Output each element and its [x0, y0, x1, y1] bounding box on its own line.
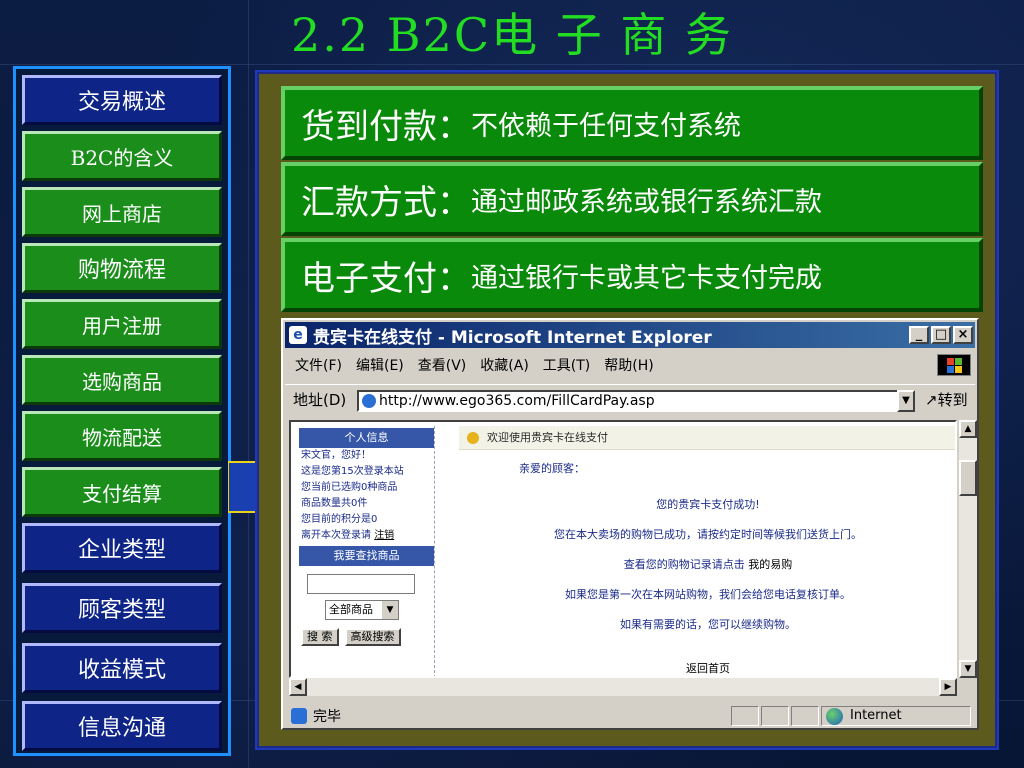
message-line: 如果您是第一次在本网站购物，我们会给您电话复核订单。: [565, 588, 851, 601]
info-box-epayment: 电子支付： 通过银行卡或其它卡支付完成: [281, 238, 983, 312]
address-label: 地址(D): [293, 391, 347, 409]
page-icon: [362, 394, 376, 408]
status-cell: [731, 706, 759, 726]
sidebar-item-online-store[interactable]: 网上商店: [22, 187, 222, 237]
sidebar-item-shopping-flow[interactable]: 购物流程: [22, 243, 222, 293]
zone-cell: Internet: [821, 706, 971, 726]
ie-logo-icon: e: [289, 326, 307, 344]
menu-bar: 文件(F) 编辑(E) 查看(V) 收藏(A) 工具(T) 帮助(H): [285, 352, 975, 378]
menu-favorites[interactable]: 收藏(A): [480, 355, 529, 375]
horizontal-scrollbar[interactable]: ◀ ▶: [289, 678, 957, 696]
sidebar: 交易概述 B2C的含义 网上商店 购物流程 用户注册 选购商品 物流配送 支付结…: [13, 66, 231, 756]
leave-text: 离开本次登录请: [301, 530, 371, 541]
search-input[interactable]: [307, 574, 415, 594]
sidebar-item-revenue-model[interactable]: 收益模式: [22, 643, 222, 693]
left-line: 您目前的积分是0: [301, 514, 378, 525]
internet-globe-icon: [826, 708, 843, 725]
info-text: 通过邮政系统或银行系统汇款: [471, 186, 822, 218]
sidebar-item-communication[interactable]: 信息沟通: [22, 701, 222, 751]
menu-edit[interactable]: 编辑(E): [356, 355, 404, 375]
vertical-scrollbar[interactable]: ▲ ▼: [959, 420, 977, 678]
menu-view[interactable]: 查看(V): [418, 355, 467, 375]
go-label: 转到: [937, 391, 968, 409]
advanced-search-button[interactable]: 高级搜索: [344, 628, 401, 646]
menu-file[interactable]: 文件(F): [295, 355, 342, 375]
message-line: 查看您的购物记录请点击 我的易购: [459, 556, 955, 572]
personal-info-header: 个人信息: [299, 428, 434, 448]
go-button[interactable]: ↗转到: [925, 389, 968, 410]
scroll-down-icon[interactable]: ▼: [959, 660, 977, 678]
category-select-value: 全部商品: [329, 603, 373, 616]
maximize-button[interactable]: □: [931, 326, 951, 344]
category-select[interactable]: 全部商品 ▼: [325, 600, 399, 620]
success-text: 您的贵宾卡支付成功!: [656, 498, 760, 511]
sidebar-item-logistics[interactable]: 物流配送: [22, 411, 222, 461]
info-label: 电子支付：: [301, 258, 471, 299]
browser-titlebar[interactable]: e 贵宾卡在线支付 - Microsoft Internet Explorer …: [285, 322, 975, 348]
logout-link[interactable]: 注销: [374, 530, 394, 541]
sidebar-item-select-goods[interactable]: 选购商品: [22, 355, 222, 405]
info-label: 货到付款：: [301, 106, 471, 147]
go-arrow-icon: ↗: [925, 391, 938, 409]
welcome-bar: 欢迎使用贵宾卡在线支付: [459, 426, 955, 450]
left-line: 您当前已选购0种商品: [301, 482, 398, 493]
scroll-thumb[interactable]: [959, 460, 977, 496]
info-text: 通过银行卡或其它卡支付完成: [471, 262, 822, 294]
scroll-right-icon[interactable]: ▶: [939, 678, 957, 696]
search-buttons: 搜 索 高级搜索: [301, 628, 434, 646]
left-line: 这是您第15次登录本站: [301, 466, 404, 477]
sidebar-item-enterprise-type[interactable]: 企业类型: [22, 523, 222, 573]
background-line: [248, 0, 249, 768]
info-box-cod: 货到付款： 不依赖于任何支付系统: [281, 86, 983, 160]
sidebar-item-payment[interactable]: 支付结算: [22, 467, 222, 517]
sidebar-item-user-register[interactable]: 用户注册: [22, 299, 222, 349]
page-title: 2.2 B2C电 子 商 务: [291, 8, 733, 62]
chevron-down-icon: ▼: [382, 601, 398, 619]
info-text: 不依赖于任何支付系统: [471, 110, 741, 142]
sidebar-item-trade-overview[interactable]: 交易概述: [22, 75, 222, 125]
address-bar: 地址(D) http://www.ego365.com/FillCardPay.…: [285, 384, 975, 414]
info-box-remittance: 汇款方式： 通过邮政系统或银行系统汇款: [281, 162, 983, 236]
browser-page: 个人信息 宋文官，您好！ 这是您第15次登录本站 您当前已选购0种商品 商品数量…: [289, 420, 957, 678]
scroll-up-icon[interactable]: ▲: [959, 420, 977, 438]
sidebar-item-customer-type[interactable]: 顾客类型: [22, 583, 222, 633]
windows-flag-icon: [937, 354, 971, 376]
welcome-text: 欢迎使用贵宾卡在线支付: [487, 431, 608, 444]
status-bar: 完毕 Internet: [285, 704, 975, 728]
find-goods-header: 我要查找商品: [299, 546, 434, 566]
info-label: 汇款方式：: [301, 182, 471, 223]
zone-text: Internet: [850, 708, 902, 723]
page-left-panel: 个人信息 宋文官，您好！ 这是您第15次登录本站 您当前已选购0种商品 商品数量…: [299, 426, 435, 676]
page-main-panel: 欢迎使用贵宾卡在线支付 亲爱的顾客： 您的贵宾卡支付成功! 您在本大卖场的购物已…: [459, 426, 955, 676]
page-done-icon: [291, 708, 307, 724]
home-link[interactable]: 返回首页: [459, 660, 955, 676]
greeting-text: 亲爱的顾客：: [519, 462, 585, 475]
message-line: 您在本大卖场的购物已成功，请按约定时间等候我们送货上门。: [554, 528, 862, 541]
address-input[interactable]: http://www.ego365.com/FillCardPay.asp: [357, 390, 905, 412]
left-line: 宋文官，您好！: [301, 450, 371, 461]
status-cell: [761, 706, 789, 726]
status-cell: [791, 706, 819, 726]
search-button[interactable]: 搜 索: [301, 628, 339, 646]
leave-line: 离开本次登录请 注销: [299, 528, 434, 544]
address-url: http://www.ego365.com/FillCardPay.asp: [379, 393, 655, 409]
scroll-left-icon[interactable]: ◀: [289, 678, 307, 696]
bullet-icon: [467, 432, 479, 444]
close-button[interactable]: ×: [953, 326, 973, 344]
address-dropdown-icon[interactable]: ▼: [897, 390, 915, 412]
left-line: 商品数量共0件: [301, 498, 368, 509]
minimize-button[interactable]: _: [909, 326, 929, 344]
browser-window: e 贵宾卡在线支付 - Microsoft Internet Explorer …: [281, 318, 979, 730]
menu-help[interactable]: 帮助(H): [604, 355, 653, 375]
message-line: 如果有需要的话，您可以继续购物。: [620, 618, 796, 631]
menu-tools[interactable]: 工具(T): [543, 355, 590, 375]
message-prefix: 查看您的购物记录请点击: [623, 558, 745, 571]
browser-title: 贵宾卡在线支付 - Microsoft Internet Explorer: [313, 327, 712, 348]
my-orders-link[interactable]: 我的易购: [748, 558, 792, 571]
status-text: 完毕: [313, 709, 341, 725]
sidebar-item-b2c-meaning[interactable]: B2C的含义: [22, 131, 222, 181]
